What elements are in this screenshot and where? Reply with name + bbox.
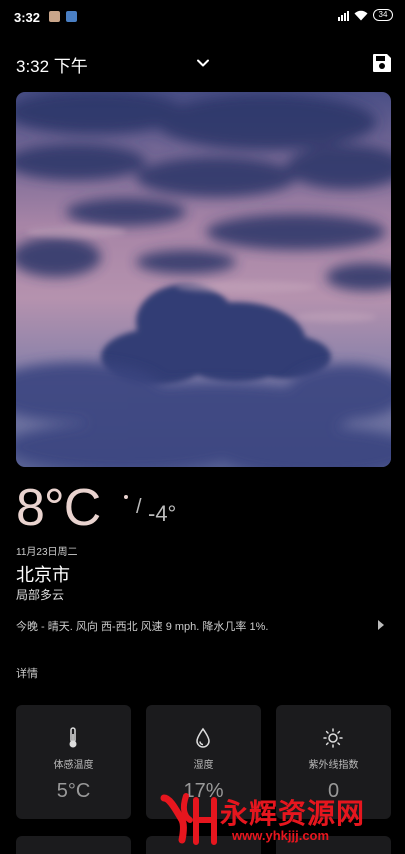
forecast-summary[interactable]: 今晚 - 晴天. 风向 西-西北 风速 9 mph. 降水几率 1%. bbox=[16, 618, 372, 634]
details-title: 详情 bbox=[16, 668, 38, 680]
detail-card-partial bbox=[16, 836, 131, 854]
header-time: 3:32 下午 bbox=[16, 57, 88, 76]
temperature-separator: / bbox=[136, 496, 142, 518]
weather-condition: 局部多云 bbox=[16, 588, 65, 602]
status-indicators: 34 bbox=[338, 9, 393, 21]
notification-app-icon bbox=[66, 11, 77, 22]
watermark: 永辉资源网 www.yhkjjj.com bbox=[160, 790, 405, 854]
detail-card-feels-like: 体感温度 5°C bbox=[16, 705, 131, 819]
date-label: 11月23日周二 bbox=[16, 547, 78, 558]
card-label: 体感温度 bbox=[53, 760, 94, 771]
sun-icon bbox=[323, 728, 343, 748]
app-header: 3:32 下午 bbox=[0, 48, 405, 80]
droplet-icon bbox=[196, 727, 210, 748]
temperature-dot bbox=[124, 495, 128, 499]
low-temperature: -4° bbox=[148, 501, 177, 526]
status-time: 3:32 bbox=[14, 10, 41, 25]
battery-icon: 34 bbox=[373, 9, 393, 21]
thermometer-icon bbox=[69, 727, 77, 748]
chevron-right-icon[interactable] bbox=[377, 619, 385, 631]
card-label: 湿度 bbox=[193, 760, 214, 771]
current-temperature: 8°C bbox=[16, 479, 101, 537]
signal-icon bbox=[338, 10, 349, 21]
city-name: 北京市 bbox=[16, 565, 70, 585]
card-label: 紫外线指数 bbox=[308, 760, 359, 771]
status-bar: 3:32 34 bbox=[0, 0, 405, 34]
temperature-display: 8°C / -4° bbox=[16, 478, 316, 538]
weather-photo bbox=[16, 92, 391, 467]
watermark-logo-icon bbox=[160, 793, 217, 845]
save-icon[interactable] bbox=[371, 52, 393, 74]
chevron-down-icon[interactable] bbox=[195, 55, 211, 71]
wifi-icon bbox=[354, 10, 368, 20]
watermark-title: 永辉资源网 bbox=[220, 798, 366, 829]
notification-app-icon bbox=[49, 11, 60, 22]
card-value: 5°C bbox=[56, 780, 91, 802]
watermark-url: www.yhkjjj.com bbox=[232, 828, 330, 843]
